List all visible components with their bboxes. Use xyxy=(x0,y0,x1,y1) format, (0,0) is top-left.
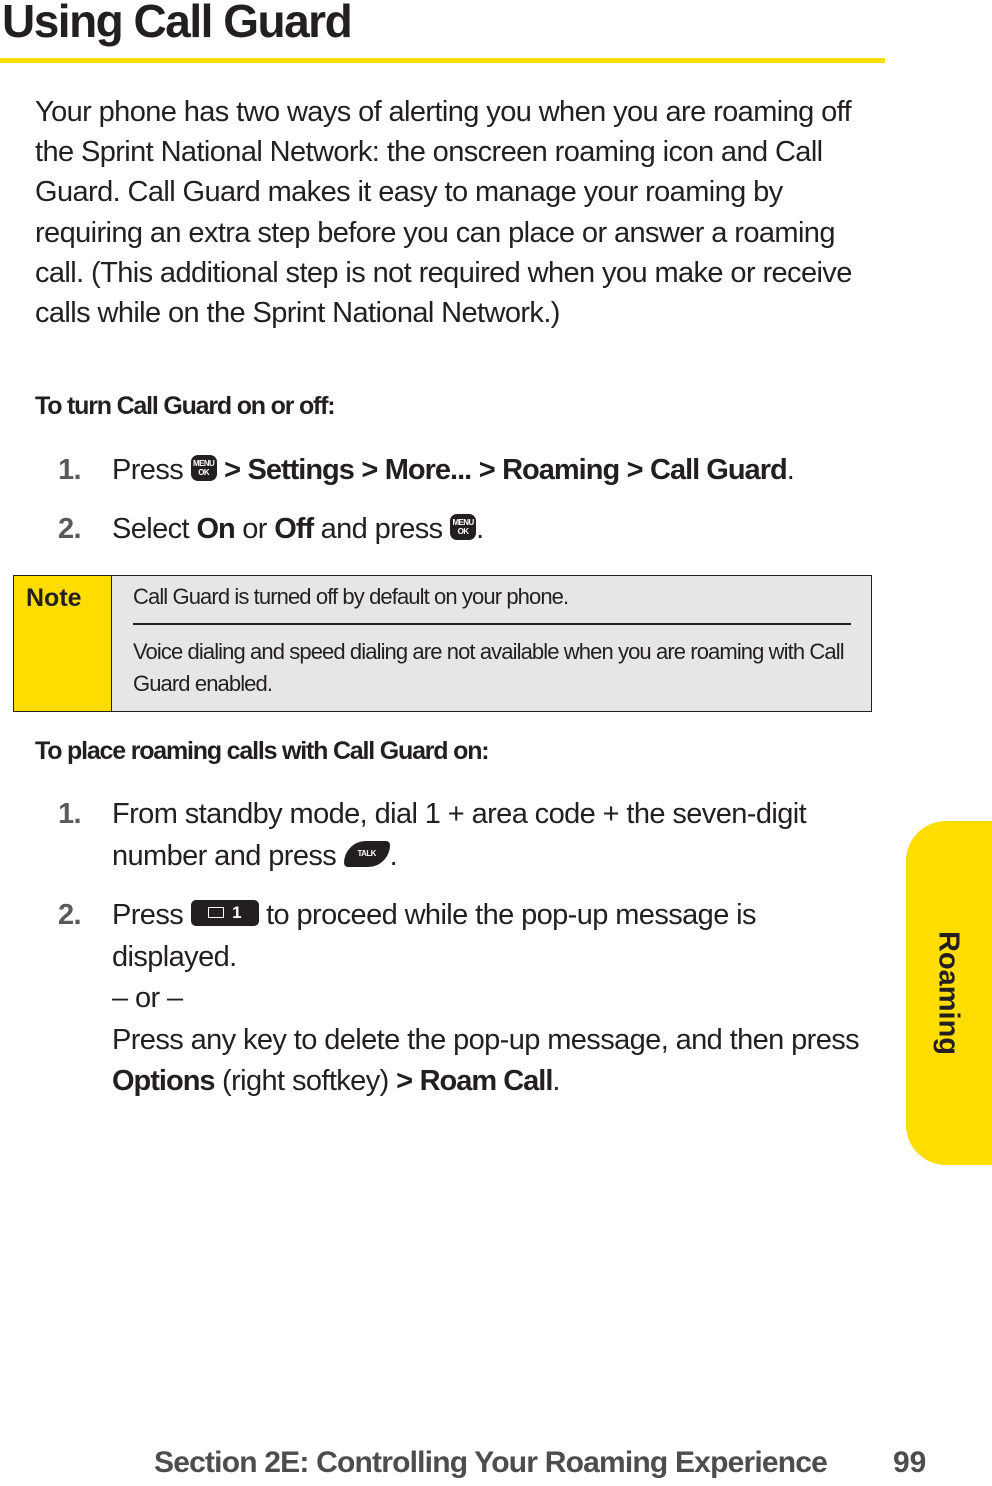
options-softkey: Options xyxy=(112,1065,216,1097)
step-number: 1. xyxy=(58,798,82,830)
note-box: Note Call Guard is turned off by default… xyxy=(13,575,872,712)
envelope-icon xyxy=(208,907,225,919)
option-on: On xyxy=(196,513,235,545)
section-heading-toggle: To turn Call Guard on or off: xyxy=(35,392,336,420)
step-number: 2. xyxy=(58,899,82,931)
step-text: Press xyxy=(112,454,184,486)
menu-path-call-guard: Call Guard xyxy=(650,454,788,486)
key-1-envelope-icon: 1 xyxy=(190,900,259,927)
talk-key-icon: TALK xyxy=(343,840,390,867)
title-underline xyxy=(0,58,885,63)
note-divider xyxy=(133,623,851,625)
section-side-tab: Roaming xyxy=(906,821,992,1165)
or-separator: – or – xyxy=(112,982,183,1014)
menu-path-more: More... xyxy=(384,454,472,486)
section-heading-place-calls: To place roaming calls with Call Guard o… xyxy=(35,737,490,765)
note-text-default-off: Call Guard is turned off by default on y… xyxy=(133,584,569,609)
roam-call-option: Roam Call xyxy=(419,1065,554,1097)
menu-ok-key-icon: MENU OK xyxy=(450,514,477,541)
footer-section-title: Section 2E: Controlling Your Roaming Exp… xyxy=(154,1446,828,1479)
menu-separator: > xyxy=(224,454,241,486)
page-title: Using Call Guard xyxy=(2,0,353,47)
note-text-dialing: Voice dialing and speed dialing are not … xyxy=(133,639,845,696)
menu-path-roaming: Roaming xyxy=(502,454,620,486)
intro-paragraph: Your phone has two ways of alerting you … xyxy=(35,96,852,330)
note-label: Note xyxy=(14,576,112,711)
page-number: 99 xyxy=(893,1446,927,1479)
step-number: 1. xyxy=(58,454,82,486)
menu-path-settings: Settings xyxy=(247,454,354,486)
step-number: 2. xyxy=(58,513,82,545)
side-tab-label: Roaming xyxy=(932,930,965,1056)
menu-ok-key-icon: MENU OK xyxy=(190,455,217,482)
option-off: Off xyxy=(274,513,314,545)
